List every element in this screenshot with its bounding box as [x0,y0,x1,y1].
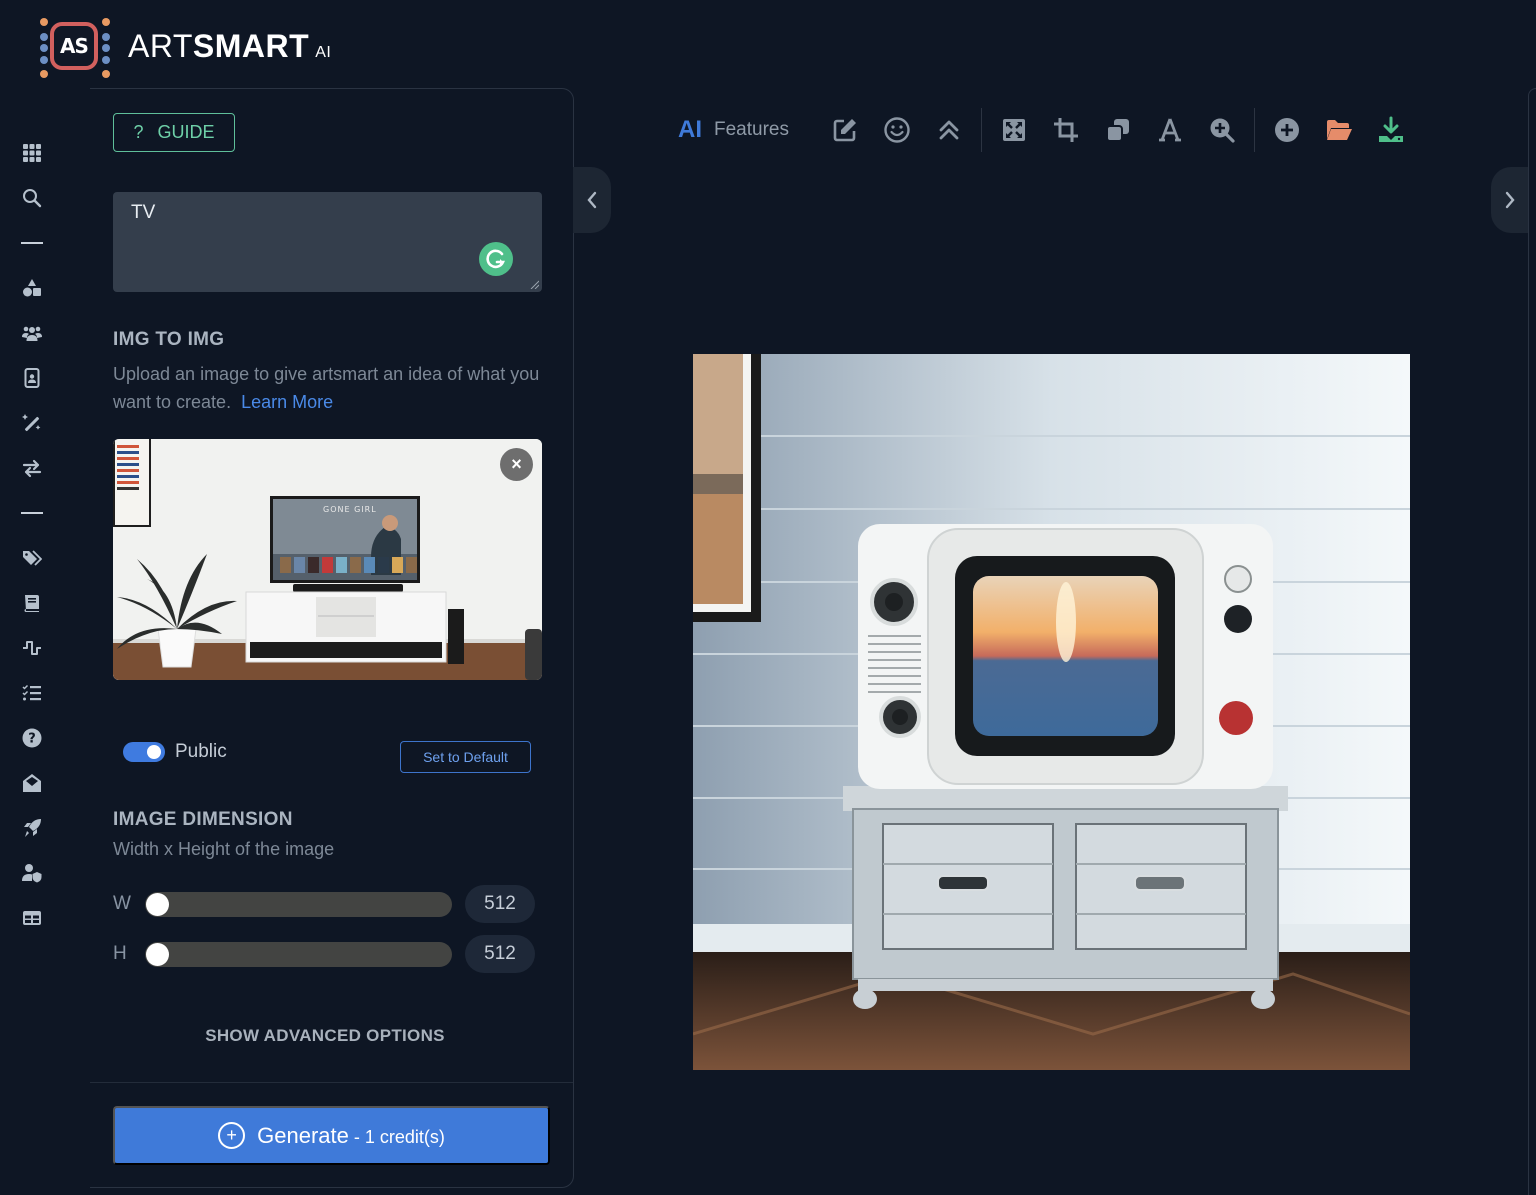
reference-image-illustration: GONE GIRL [113,439,542,680]
height-label: H [113,943,127,964]
img2img-title: IMG TO IMG [113,329,225,350]
guide-label: GUIDE [157,122,215,142]
show-advanced-options-button[interactable]: SHOW ADVANCED OPTIONS [90,1026,560,1046]
add-icon[interactable] [1261,108,1313,152]
sidebar-nav: ? [14,130,50,940]
remove-image-button[interactable]: × [500,448,533,481]
generation-panel: ? GUIDE TV IMG TO IMG Upload an image to… [90,88,574,1188]
brand-name: ARTSMART AI [128,28,331,65]
width-value[interactable]: 512 [465,885,535,923]
envelope-open-icon[interactable] [14,760,50,805]
learn-more-link[interactable]: Learn More [241,392,333,412]
layers-icon[interactable] [1092,108,1144,152]
edit-icon[interactable] [819,108,871,152]
guide-button[interactable]: ? GUIDE [113,113,235,152]
height-slider-row: H 512 [113,935,542,973]
generate-label-text: Generate [257,1122,349,1148]
width-label: W [113,893,131,914]
resize-handle-icon[interactable] [529,279,539,289]
shapes-icon[interactable] [14,265,50,310]
logo-mark-text: AS [50,22,98,70]
width-slider-row: W 512 [113,885,542,923]
height-slider-thumb[interactable] [146,942,169,966]
upscale-icon[interactable] [923,108,975,152]
swap-icon[interactable] [14,445,50,490]
user-shield-icon[interactable] [14,850,50,895]
generate-label: Generate - 1 credit(s) [257,1123,445,1149]
chevron-left-icon [587,191,597,209]
ai-label: AI [678,116,702,143]
brand-logo[interactable]: AS ARTSMART AI [34,16,331,78]
rocket-icon[interactable] [14,805,50,850]
collapse-left-button[interactable] [573,167,611,233]
id-badge-icon[interactable] [14,355,50,400]
crop-icon[interactable] [1040,108,1092,152]
nav-separator [14,220,50,265]
folder-open-icon[interactable] [1313,108,1365,152]
height-slider[interactable] [145,941,452,967]
right-panel-edge [1528,88,1536,1195]
help-icon[interactable]: ? [14,715,50,760]
tv-screen-title: GONE GIRL [323,505,377,514]
generate-button[interactable]: + Generate - 1 credit(s) [113,1106,550,1165]
uploaded-reference-image: GONE GIRL × [113,439,542,680]
features-label: Features [714,119,789,140]
table-icon[interactable] [14,895,50,940]
brand-name-suffix: AI [315,43,332,61]
img2img-description: Upload an image to give artsmart an idea… [113,360,553,416]
public-toggle[interactable] [123,742,165,762]
book-icon[interactable] [14,580,50,625]
generate-credits: - 1 credit(s) [348,1126,445,1147]
brand-name-light: ART [128,27,193,64]
pulse-icon[interactable] [14,625,50,670]
set-to-default-button[interactable]: Set to Default [400,741,531,773]
question-icon: ? [133,122,144,142]
width-slider-thumb[interactable] [146,892,169,916]
brand-name-bold: SMART [192,27,310,64]
tags-icon[interactable] [14,535,50,580]
zoom-in-icon[interactable] [1196,108,1248,152]
toolbar-separator [980,108,982,152]
toolbar-separator [1253,108,1255,152]
download-icon[interactable] [1365,108,1417,152]
svg-text:?: ? [28,731,36,746]
plus-circle-icon: + [218,1122,246,1149]
public-label: Public [175,741,227,762]
nav-separator [14,490,50,535]
panel-divider [90,1082,573,1083]
width-slider[interactable] [145,891,452,917]
logo-mark-icon: AS [34,16,114,78]
generated-image-illustration [693,354,1410,1070]
magic-wand-icon[interactable] [14,400,50,445]
collapse-right-button[interactable] [1491,167,1529,233]
generated-image[interactable] [693,354,1410,1070]
search-icon[interactable] [14,175,50,220]
image-dimension-title: IMAGE DIMENSION [113,809,293,830]
expand-icon[interactable] [988,108,1040,152]
ai-features-toolbar: AI Features [678,108,1417,152]
public-toggle-row: Public [123,741,227,763]
chevron-right-icon [1505,191,1515,209]
prompt-value: TV [131,202,156,223]
text-icon[interactable] [1144,108,1196,152]
face-icon[interactable] [871,108,923,152]
users-icon[interactable] [14,310,50,355]
prompt-input[interactable]: TV [113,192,542,292]
height-value[interactable]: 512 [465,935,535,973]
image-dimension-description: Width x Height of the image [113,839,335,859]
grid-icon[interactable] [14,130,50,175]
checklist-icon[interactable] [14,670,50,715]
grammarly-icon[interactable] [479,242,513,276]
